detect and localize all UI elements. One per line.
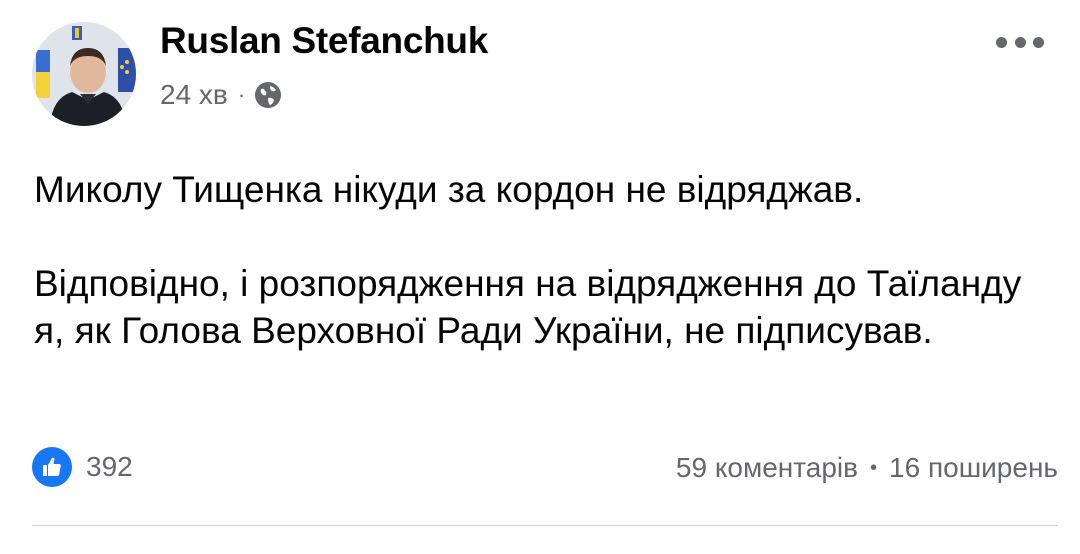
post-author[interactable]: Ruslan Stefanchuk: [160, 20, 488, 62]
shares-count-link[interactable]: 16 поширень: [889, 452, 1058, 484]
comments-count-link[interactable]: 59 коментарів: [676, 452, 858, 484]
more-dot: [1033, 36, 1044, 48]
reactions-summary[interactable]: 392: [32, 447, 133, 487]
reaction-count: 392: [86, 451, 133, 482]
more-dot: [1014, 36, 1026, 48]
meta-separator: ·: [237, 82, 246, 107]
stats-separator: •: [870, 456, 878, 479]
divider: [32, 525, 1058, 526]
like-icon: [32, 447, 72, 487]
post-stats: 59 коментарів • 16 поширень: [676, 452, 1058, 484]
facebook-post: Ruslan Stefanchuk 24 хв · Миколу Тищенка…: [0, 0, 1080, 554]
post-paragraph: Миколу Тищенка нікуди за кордон не відря…: [34, 169, 864, 210]
more-options-icon[interactable]: [996, 32, 1044, 52]
globe-icon: [253, 80, 283, 110]
post-paragraph: Відповідно, і розпорядження на відряджен…: [34, 263, 1022, 351]
post-timestamp[interactable]: 24 хв: [160, 79, 228, 111]
post-text: Миколу Тищенка нікуди за кордон не відря…: [34, 166, 1044, 354]
post-meta: 24 хв ·: [160, 75, 283, 115]
more-dot: [996, 36, 1007, 48]
avatar[interactable]: [32, 22, 136, 126]
